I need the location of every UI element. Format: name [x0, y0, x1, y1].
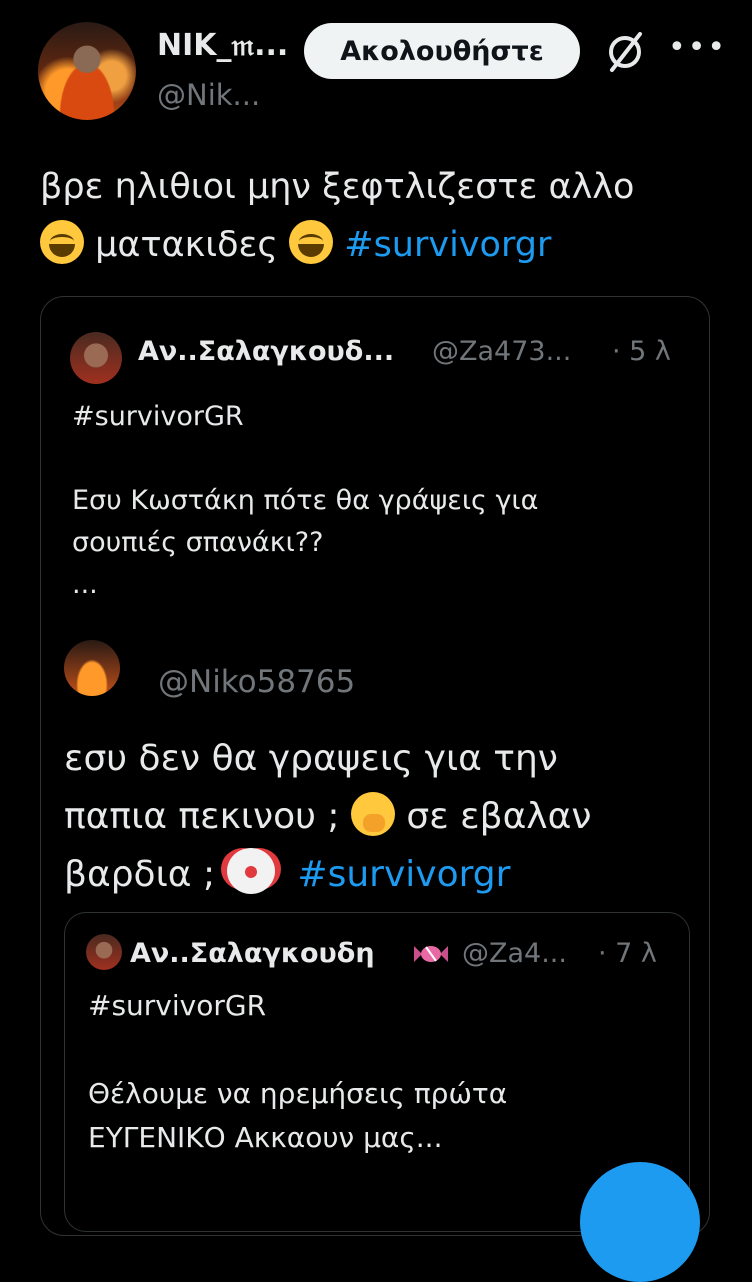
tweet-text-part2: ματακιδες — [95, 225, 278, 265]
candy-emoji-icon — [414, 946, 448, 962]
inner-quoted-name: Αν..Σαλαγκουδη — [130, 938, 375, 969]
laughing-tears-emoji-icon — [289, 220, 334, 264]
inner-quoted-avatar — [86, 934, 122, 970]
image-reply-line2b: σε εβαλαν — [406, 796, 592, 837]
tweet-text-line1: βρε ηλιθιοι μην ξεφτλιζεστε αλλο — [40, 167, 635, 207]
image-reply-hashtag: #survivorgr — [297, 854, 511, 895]
author-avatar[interactable] — [38, 22, 136, 120]
quoted-author-avatar — [70, 332, 122, 384]
image-reply-line3: βαρδια ; — [64, 854, 216, 895]
author-handle[interactable]: @Nik... — [157, 78, 260, 112]
author-name[interactable]: ΝΙΚ_𝔪... — [157, 28, 288, 63]
tweet-hashtag-link[interactable]: #survivorgr — [344, 225, 551, 265]
grok-icon[interactable] — [600, 26, 650, 76]
follow-button[interactable]: Ακολουθήστε — [304, 23, 580, 79]
image-reply-text: εσυ δεν θα γραψεις για την παπια πεκινου… — [64, 730, 704, 904]
quoted-tweet-time: · 5 λ — [612, 336, 671, 367]
inner-quoted-text: #survivorGR Θέλουμε να ηρεμήσεις πρώτα Ε… — [88, 989, 508, 1154]
image-reply-line1: εσυ δεν θα γραψεις για την — [64, 738, 558, 779]
tweet-text: βρε ηλιθιοι μην ξεφτλιζεστε αλλο ματακιδ… — [40, 158, 720, 274]
more-options-icon[interactable]: ••• — [668, 30, 725, 70]
quoted-author-name: Αν..Σαλαγκουδ... — [138, 336, 395, 367]
compose-fab-button[interactable] — [580, 1162, 700, 1282]
image-reply-handle: @Niko58765 — [158, 664, 356, 700]
image-reply-avatar — [64, 640, 120, 696]
laughing-tears-emoji-icon — [40, 220, 84, 264]
clown-emoji-icon — [226, 848, 275, 894]
quoted-tweet-text: #survivorGR Εσυ Κωστάκη πότε θα γράψεις … — [72, 401, 539, 600]
image-reply-line2: παπια πεκινου ; — [64, 796, 340, 837]
shushing-face-emoji-icon — [350, 792, 395, 836]
inner-quoted-time: · 7 λ — [598, 938, 657, 969]
quoted-author-handle: @Za473... — [432, 336, 572, 367]
inner-quoted-handle: @Za4... — [462, 938, 567, 969]
